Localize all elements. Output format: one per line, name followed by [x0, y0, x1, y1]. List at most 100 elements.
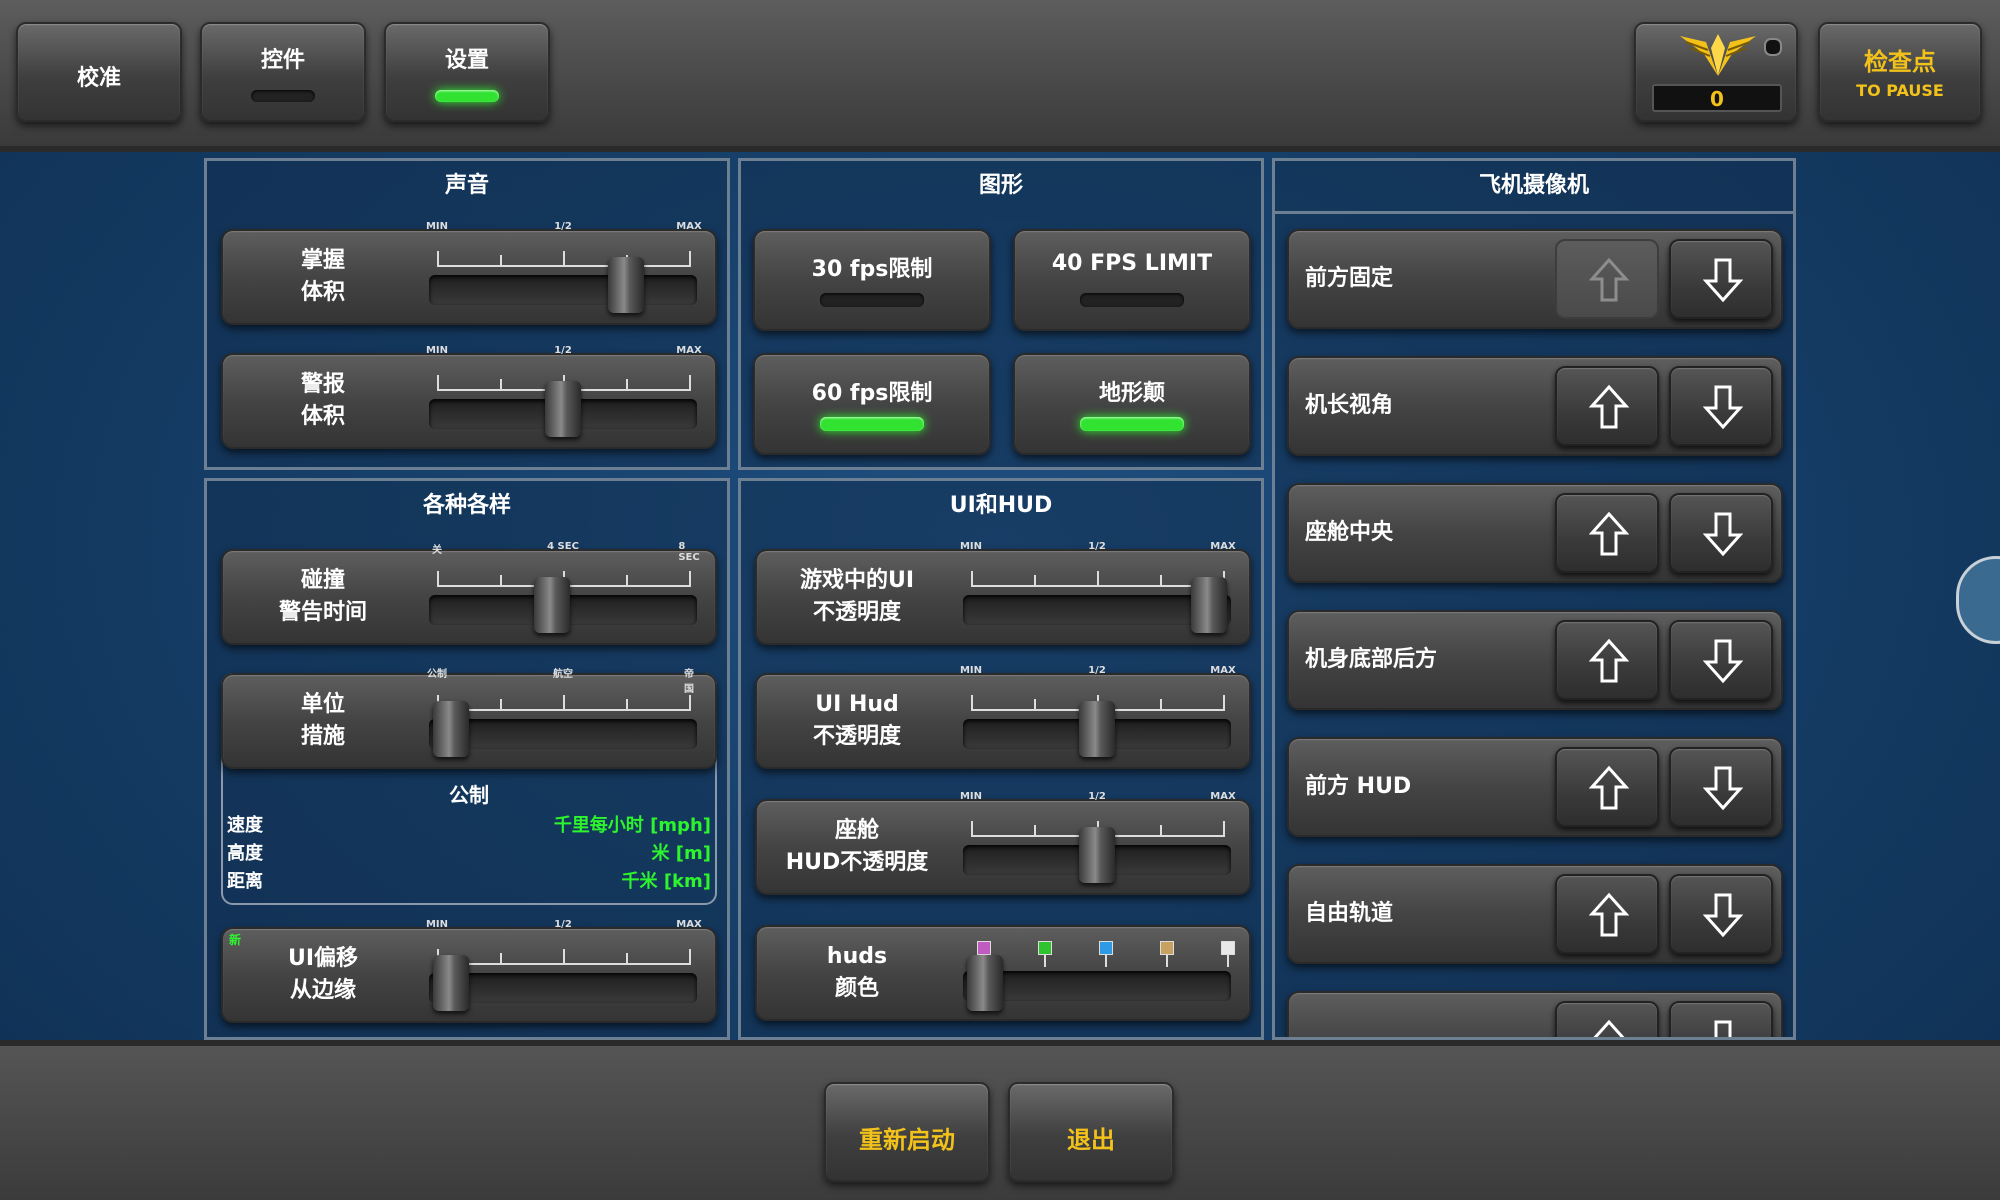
tab-controls-indicator: [251, 90, 315, 102]
checkpoint-pause-button[interactable]: 检查点 TO PAUSE: [1818, 22, 1982, 122]
move-up-button[interactable]: [1555, 239, 1659, 319]
side-scroll-handle[interactable]: [1956, 556, 2000, 644]
arrow-up-icon: [1589, 892, 1629, 937]
move-down-button[interactable]: [1669, 620, 1773, 700]
collision-warning-slider[interactable]: 碰撞 警告时间 关 4 SEC 8 SEC: [221, 541, 717, 645]
hud-color-swatch[interactable]: [977, 941, 991, 955]
ui-offset-slider[interactable]: 新 UI偏移 从边缘 MIN 1/2 MAX: [221, 919, 717, 1023]
slider-scale: MIN 1/2 MAX: [426, 221, 702, 267]
move-up-button[interactable]: [1555, 620, 1659, 700]
tab-settings[interactable]: 设置: [384, 22, 550, 122]
slider-tick: [500, 379, 502, 391]
hud-color-stem: [1044, 955, 1046, 967]
slider-handle[interactable]: [533, 577, 570, 633]
alarm-volume-slider[interactable]: 警报 体积 MIN 1/2 MAX: [221, 345, 717, 449]
slider-tick: [626, 575, 628, 587]
slider-handle[interactable]: [607, 257, 644, 313]
slider-handle[interactable]: [433, 955, 469, 1011]
slider-track[interactable]: [963, 971, 1231, 1001]
camera-row: 机身底部后方: [1287, 610, 1783, 710]
slider-label-line1: UI Hud: [815, 692, 899, 717]
slider-handle[interactable]: [545, 381, 581, 437]
sound-panel: 声音 掌握 体积 MIN 1/2 MAX 警报 体积 MIN 1/2 MAX: [204, 158, 730, 470]
fps30-toggle[interactable]: 30 fps限制: [753, 229, 991, 331]
slider-tick: [1034, 825, 1036, 837]
move-up-button[interactable]: [1555, 366, 1659, 446]
wings-logo-icon: [1680, 34, 1756, 76]
slider-label-line2: 不透明度: [812, 600, 901, 625]
slider-tick-label: MAX: [676, 345, 702, 356]
altitude-unit-value: 米 [m]: [651, 843, 711, 864]
hud-color-swatch[interactable]: [1099, 941, 1113, 955]
restart-button[interactable]: 重新启动: [824, 1082, 990, 1182]
units-slider[interactable]: 单位 措施 公制 航空 帝国: [221, 669, 717, 769]
slider-label: 警报 体积: [233, 369, 413, 433]
slider-tick: [500, 953, 502, 965]
slider-handle[interactable]: [967, 955, 1003, 1011]
slider-tick-label: MIN: [425, 919, 449, 930]
ingame-ui-opacity-slider[interactable]: 游戏中的UI 不透明度 MIN 1/2 MAX: [755, 541, 1251, 645]
slider-tick-label: 4 SEC: [547, 541, 579, 552]
unit-system-heading: 公制: [449, 783, 489, 807]
master-volume-slider[interactable]: 掌握 体积 MIN 1/2 MAX: [221, 221, 717, 325]
slider-track[interactable]: [429, 719, 697, 749]
tab-settings-indicator: [435, 90, 499, 102]
camera-row-label: 前方 HUD: [1305, 774, 1412, 799]
move-down-button[interactable]: [1669, 493, 1773, 573]
move-up-button[interactable]: [1555, 493, 1659, 573]
slider-handle[interactable]: [1079, 701, 1115, 757]
slider-handle[interactable]: [1079, 827, 1115, 883]
tab-calibrate[interactable]: 校准: [16, 22, 182, 122]
hud-color-swatch[interactable]: [1038, 941, 1052, 955]
camera-row-label: 前方固定: [1305, 266, 1394, 291]
move-up-button[interactable]: [1555, 747, 1659, 827]
slider-tick-label: 关: [432, 545, 442, 556]
move-down-button[interactable]: [1669, 1001, 1773, 1037]
slider-tick: [500, 575, 502, 587]
slider-tick-label: 1/2: [1088, 791, 1106, 802]
cockpit-hud-opacity-slider[interactable]: 座舱 HUD不透明度 MIN 1/2 MAX: [755, 791, 1251, 895]
slider-tick: [500, 699, 502, 711]
slider-label-line1: 警报: [300, 372, 345, 397]
slider-handle[interactable]: [1191, 577, 1227, 633]
move-down-button[interactable]: [1669, 366, 1773, 446]
slider-tick-label: 1/2: [554, 221, 572, 232]
arrow-up-icon: [1589, 511, 1629, 556]
hud-color-swatch[interactable]: [1160, 941, 1174, 955]
distance-unit-value: 千米 [km]: [621, 871, 711, 892]
hud-color-slider[interactable]: huds 颜色: [755, 925, 1251, 1021]
slider-tick-label: 1/2: [1088, 665, 1106, 676]
move-up-button[interactable]: [1555, 1001, 1659, 1037]
score-value: 0: [1710, 87, 1724, 111]
score-display: 0: [1652, 84, 1782, 112]
fps40-toggle[interactable]: 40 FPS LIMIT: [1013, 229, 1251, 331]
slider-label-line2: 颜色: [834, 976, 879, 1001]
slider-tick: [1034, 575, 1036, 587]
exit-button-label: 退出: [1067, 1126, 1115, 1154]
ui-hud-opacity-slider[interactable]: UI Hud 不透明度 MIN 1/2 MAX: [755, 665, 1251, 769]
move-up-button[interactable]: [1555, 874, 1659, 954]
arrow-down-icon: [1714, 1020, 1732, 1037]
camera-row-label: 机身底部后方: [1305, 647, 1438, 672]
move-down-button[interactable]: [1669, 239, 1773, 319]
hud-color-swatch[interactable]: [1221, 941, 1235, 955]
slider-tick: [1223, 695, 1225, 711]
arrow-up-icon: [1589, 765, 1629, 810]
top-bar: 校准 控件 设置 0 检查点 TO PAUSE: [0, 0, 2000, 152]
slider-label-line1: 游戏中的UI: [799, 568, 915, 593]
slider-tick-label: MAX: [1210, 665, 1236, 676]
terrain-bumps-toggle[interactable]: 地形颠: [1013, 353, 1251, 455]
fps60-toggle[interactable]: 60 fps限制: [753, 353, 991, 455]
arrow-up-icon: [1589, 257, 1629, 302]
slider-tick: [971, 571, 973, 587]
move-down-button[interactable]: [1669, 747, 1773, 827]
slider-handle[interactable]: [433, 701, 469, 757]
slider-label-line1: 单位: [300, 692, 345, 717]
tab-controls[interactable]: 控件: [200, 22, 366, 122]
slider-tick: [1223, 821, 1225, 837]
slider-track[interactable]: [429, 275, 697, 305]
move-down-button[interactable]: [1669, 874, 1773, 954]
exit-button[interactable]: 退出: [1008, 1082, 1174, 1182]
fps30-toggle-label: 30 fps限制: [811, 257, 933, 282]
slider-track[interactable]: [429, 973, 697, 1003]
